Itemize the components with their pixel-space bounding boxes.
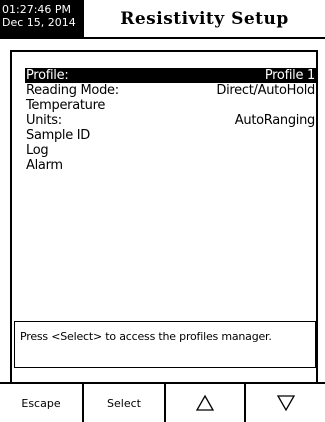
frame-left	[10, 318, 12, 382]
menu-item-log[interactable]: Log	[25, 143, 317, 158]
up-button[interactable]	[166, 384, 244, 422]
menu-item-label: Sample ID	[26, 128, 91, 143]
datetime-block: 01:27:46 PM Dec 15, 2014	[0, 0, 84, 37]
select-label: Select	[107, 396, 141, 410]
menu-item-label: Units:	[26, 113, 62, 128]
up-triangle-icon	[195, 394, 215, 411]
softkey-separator	[164, 384, 166, 422]
clock-time: 01:27:46 PM	[2, 3, 72, 16]
settings-menu: Profile: Profile 1 Reading Mode: Direct/…	[25, 68, 317, 173]
menu-item-units[interactable]: Units: AutoRanging	[25, 113, 317, 128]
menu-item-alarm[interactable]: Alarm	[25, 158, 317, 173]
escape-label: Escape	[21, 396, 61, 410]
frame-right	[316, 318, 318, 382]
menu-item-value: Direct/AutoHold	[216, 83, 315, 98]
escape-button[interactable]: Escape	[0, 384, 82, 422]
select-button[interactable]: Select	[84, 384, 164, 422]
softkey-separator	[82, 384, 84, 422]
menu-item-value: Profile 1	[264, 68, 315, 83]
down-triangle-icon	[276, 395, 295, 412]
panel-border-left	[10, 50, 12, 318]
help-text: Press <Select> to access the profiles ma…	[20, 330, 272, 343]
menu-item-label: Reading Mode:	[26, 83, 119, 98]
panel-border-top	[10, 50, 318, 52]
menu-item-label: Profile:	[26, 68, 69, 83]
help-box: Press <Select> to access the profiles ma…	[14, 321, 316, 368]
page-title: Resistivity Setup	[120, 8, 289, 29]
softkey-separator	[244, 384, 246, 422]
clock-date: Dec 15, 2014	[2, 16, 76, 29]
menu-item-label: Alarm	[26, 158, 63, 173]
screen: 01:27:46 PM Dec 15, 2014 Resistivity Set…	[0, 0, 325, 422]
menu-item-label: Temperature	[26, 98, 106, 113]
menu-item-value: AutoRanging	[234, 113, 316, 128]
menu-item-label: Log	[26, 143, 49, 158]
menu-item-profile[interactable]: Profile: Profile 1	[25, 68, 317, 83]
down-button[interactable]	[246, 384, 325, 422]
menu-item-temperature[interactable]: Temperature	[25, 98, 317, 113]
softkey-bar: Escape Select	[0, 384, 325, 422]
menu-item-sample-id[interactable]: Sample ID	[25, 128, 317, 143]
header-divider	[0, 37, 325, 39]
menu-item-reading-mode[interactable]: Reading Mode: Direct/AutoHold	[25, 83, 317, 98]
